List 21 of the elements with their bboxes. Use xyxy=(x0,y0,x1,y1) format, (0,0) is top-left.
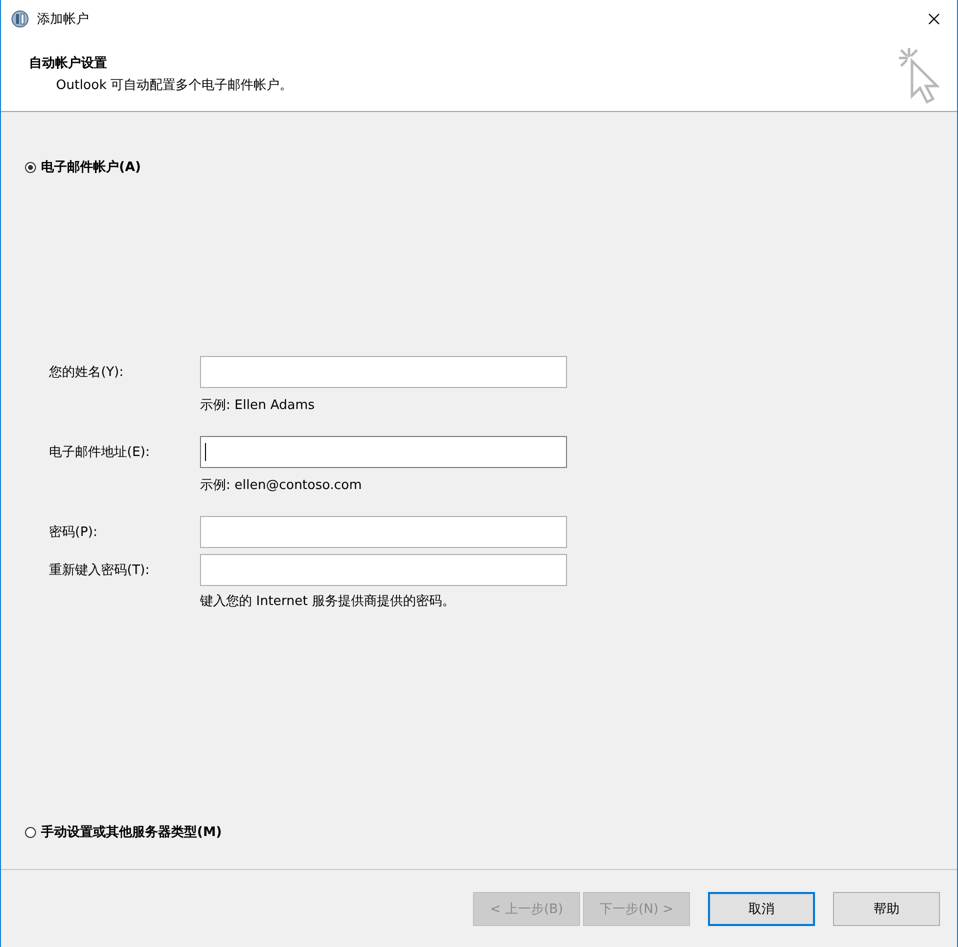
hint-text: 示例: Ellen Adams xyxy=(199,397,316,414)
input-field[interactable] xyxy=(200,436,567,468)
dialog-button[interactable]: 帮助 xyxy=(833,892,940,926)
input-field[interactable] xyxy=(200,356,567,388)
radio-option[interactable]: 手动设置或其他服务器类型(M) xyxy=(25,823,222,841)
input-field[interactable] xyxy=(200,516,567,548)
dialog-button[interactable]: 取消 xyxy=(708,892,815,926)
radio-option[interactable]: 电子邮件帐户(A) xyxy=(25,158,141,176)
app-icon xyxy=(11,10,29,28)
hint-text: 示例: ellen@contoso.com xyxy=(199,477,363,494)
field-label: 您的姓名(Y): xyxy=(48,364,124,381)
window-title: 添加帐户 xyxy=(37,11,90,28)
field-label: 电子邮件地址(E): xyxy=(48,444,151,461)
close-icon xyxy=(928,13,940,25)
header-title: 自动帐户设置 xyxy=(29,54,108,72)
header-subtitle: Outlook 可自动配置多个电子邮件帐户。 xyxy=(55,77,293,94)
field-label: 重新键入密码(T): xyxy=(48,562,150,579)
hint-text: 键入您的 Internet 服务提供商提供的密码。 xyxy=(199,593,456,610)
cursor-click-icon xyxy=(897,46,941,104)
input-field[interactable] xyxy=(200,554,567,586)
field-label: 密码(P): xyxy=(48,524,98,541)
